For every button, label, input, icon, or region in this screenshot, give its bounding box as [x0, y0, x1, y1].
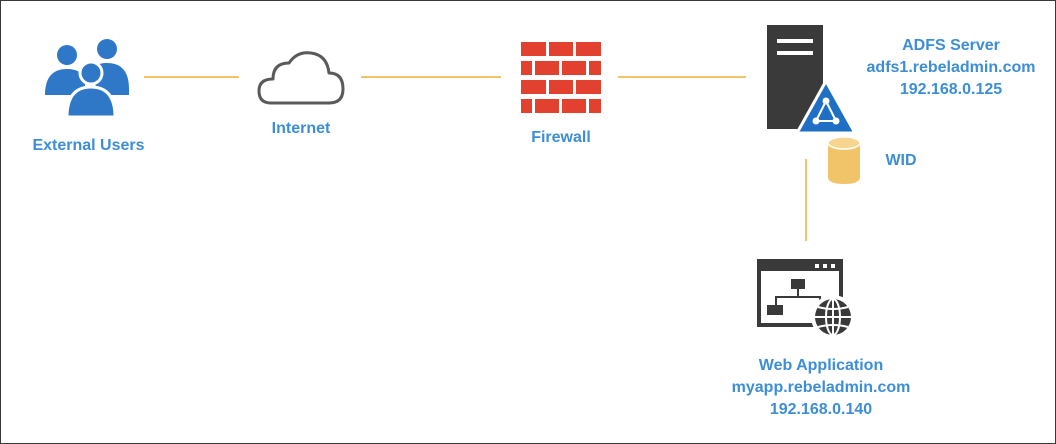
web-application-title: Web Application	[758, 357, 884, 374]
firewall-label: Firewall	[531, 129, 591, 146]
cloud-icon	[257, 51, 345, 105]
internet-label: Internet	[271, 120, 331, 137]
web-application-hostname: myapp.rebeladmin.com	[731, 379, 911, 396]
web-application-icon	[757, 259, 855, 339]
connector-internet-firewall	[361, 76, 501, 78]
diagram-frame: External Users Internet Firewall ADFS Se…	[0, 0, 1056, 444]
wid-label: WID	[885, 152, 917, 169]
connector-users-internet	[144, 76, 239, 78]
brick-wall-icon	[521, 42, 601, 113]
web-application-label: Web Application myapp.rebeladmin.com 192…	[701, 355, 941, 421]
connector-adfs-webapp	[805, 159, 807, 241]
adfs-server-label: ADFS Server adfs1.rebeladmin.com 192.168…	[846, 35, 1056, 101]
adfs-server-hostname: adfs1.rebeladmin.com	[866, 59, 1036, 76]
database-cylinder-icon	[827, 136, 861, 184]
web-application-ip: 192.168.0.140	[769, 401, 873, 418]
adfs-server-ip: 192.168.0.125	[899, 81, 1003, 98]
external-users-label: External Users	[32, 137, 145, 154]
connector-firewall-adfs	[618, 76, 746, 78]
adfs-server-title: ADFS Server	[902, 37, 1000, 54]
users-group-icon	[45, 39, 129, 119]
